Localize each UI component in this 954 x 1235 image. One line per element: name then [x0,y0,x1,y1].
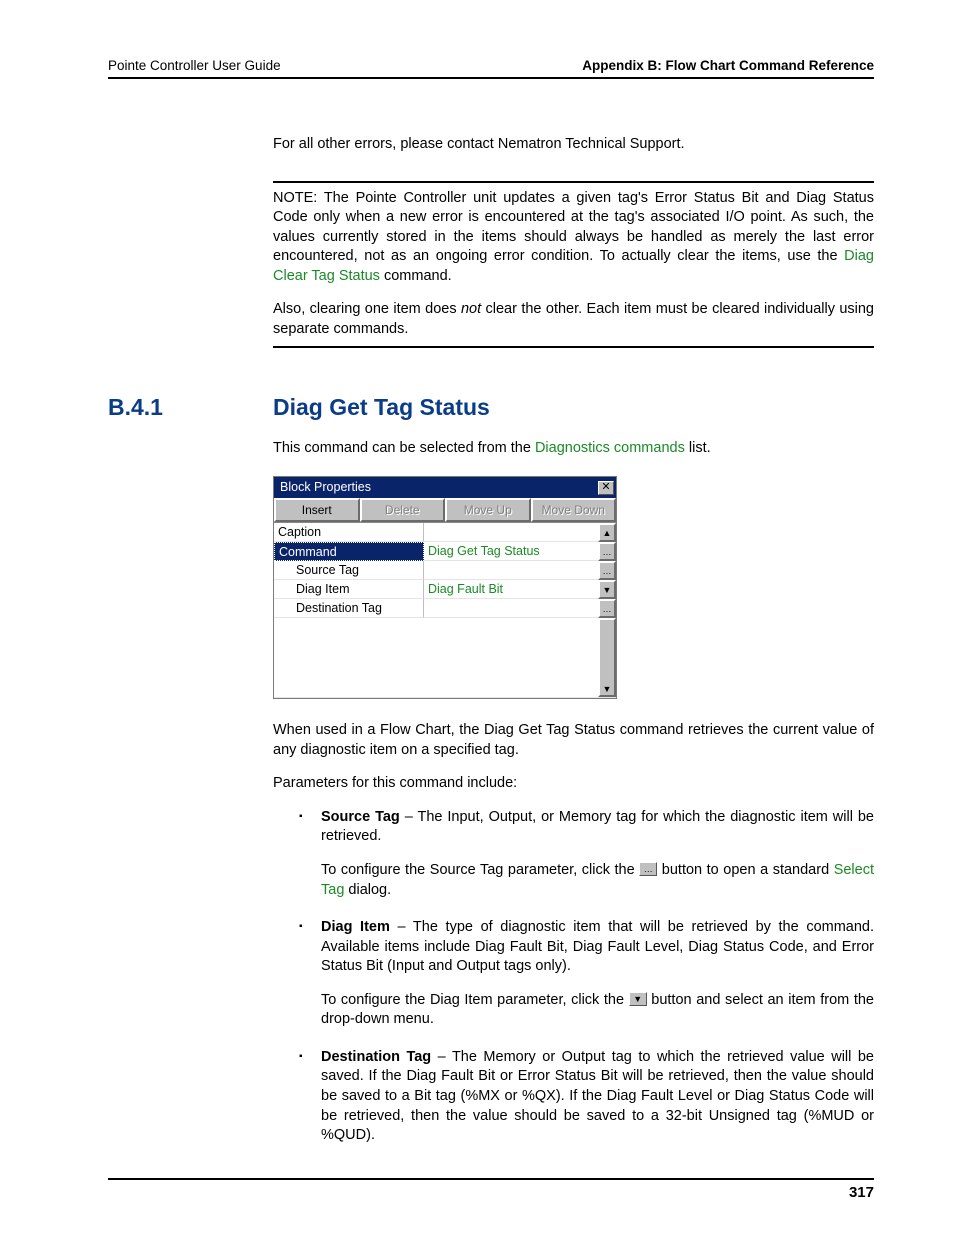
diag-label: Diag Item [321,919,390,935]
diag-text: – The type of diagnostic item that will … [321,919,874,974]
note-text-2i: not [461,301,481,317]
src-text: – The Input, Output, or Memory tag for w… [321,809,874,845]
browse-command-icon[interactable]: … [598,542,616,561]
desc-paragraph: When used in a Flow Chart, the Diag Get … [273,721,874,760]
scroll-down-icon[interactable]: ▼ [598,618,616,697]
param-source-tag: Source Tag – The Input, Output, or Memor… [273,808,874,900]
row-caption-value[interactable] [424,523,598,542]
link-diagnostics-commands[interactable]: Diagnostics commands [535,440,685,456]
page-number: 317 [108,1178,874,1201]
dialog-title: Block Properties [280,479,371,496]
movedown-button[interactable]: Move Down [531,498,617,522]
param-diag-item: Diag Item – The type of diagnostic item … [273,918,874,1030]
row-command-label[interactable]: Command [274,542,424,561]
note-text-2a: Also, clearing one item does [273,301,461,317]
block-properties-dialog: Block Properties ✕ Insert Delete Move Up… [273,476,617,699]
ellipsis-button-icon: … [639,862,657,876]
row-diagitem-label[interactable]: Diag Item [274,580,424,599]
row-sourcetag-value[interactable] [424,561,598,580]
close-icon[interactable]: ✕ [598,481,614,495]
section-number: B.4.1 [108,394,273,421]
param-destination-tag: Destination Tag – The Memory or Output t… [273,1048,874,1146]
scroll-up-icon[interactable]: ▲ [598,523,616,542]
moveup-button[interactable]: Move Up [445,498,531,522]
header-right: Appendix B: Flow Chart Command Reference [582,58,874,73]
src-sub-a: To configure the Source Tag parameter, c… [321,862,639,878]
intro-a: This command can be selected from the [273,440,535,456]
browse-sourcetag-icon[interactable]: … [598,561,616,580]
intro-b: list. [685,440,711,456]
src-label: Source Tag [321,809,400,825]
row-desttag-label[interactable]: Destination Tag [274,599,424,618]
intro-paragraph: For all other errors, please contact Nem… [273,135,874,155]
dropdown-button-icon: ▼ [629,992,647,1006]
params-intro: Parameters for this command include: [273,774,874,794]
row-diagitem-value[interactable]: Diag Fault Bit [424,580,598,599]
row-sourcetag-label[interactable]: Source Tag [274,561,424,580]
row-caption-label[interactable]: Caption [274,523,424,542]
row-command-value[interactable]: Diag Get Tag Status [424,542,598,561]
diag-sub-a: To configure the Diag Item parameter, cl… [321,992,629,1008]
browse-desttag-icon[interactable]: … [598,599,616,618]
src-sub-b: button to open a standard [657,862,833,878]
page-header: Pointe Controller User Guide Appendix B:… [108,58,874,79]
dest-label: Destination Tag [321,1049,431,1065]
insert-button[interactable]: Insert [274,498,360,522]
header-left: Pointe Controller User Guide [108,58,281,73]
src-sub-c: dialog. [344,882,391,898]
dialog-titlebar: Block Properties ✕ [274,477,616,498]
note-text-1a: NOTE: The Pointe Controller unit updates… [273,190,874,265]
note-text-1b: command. [380,268,452,284]
section-title: Diag Get Tag Status [273,394,490,421]
row-desttag-value[interactable] [424,599,598,618]
section-heading: B.4.1 Diag Get Tag Status [108,394,874,421]
delete-button[interactable]: Delete [360,498,446,522]
dropdown-diagitem-icon[interactable]: ▼ [598,580,616,599]
note-box: NOTE: The Pointe Controller unit updates… [273,181,874,348]
